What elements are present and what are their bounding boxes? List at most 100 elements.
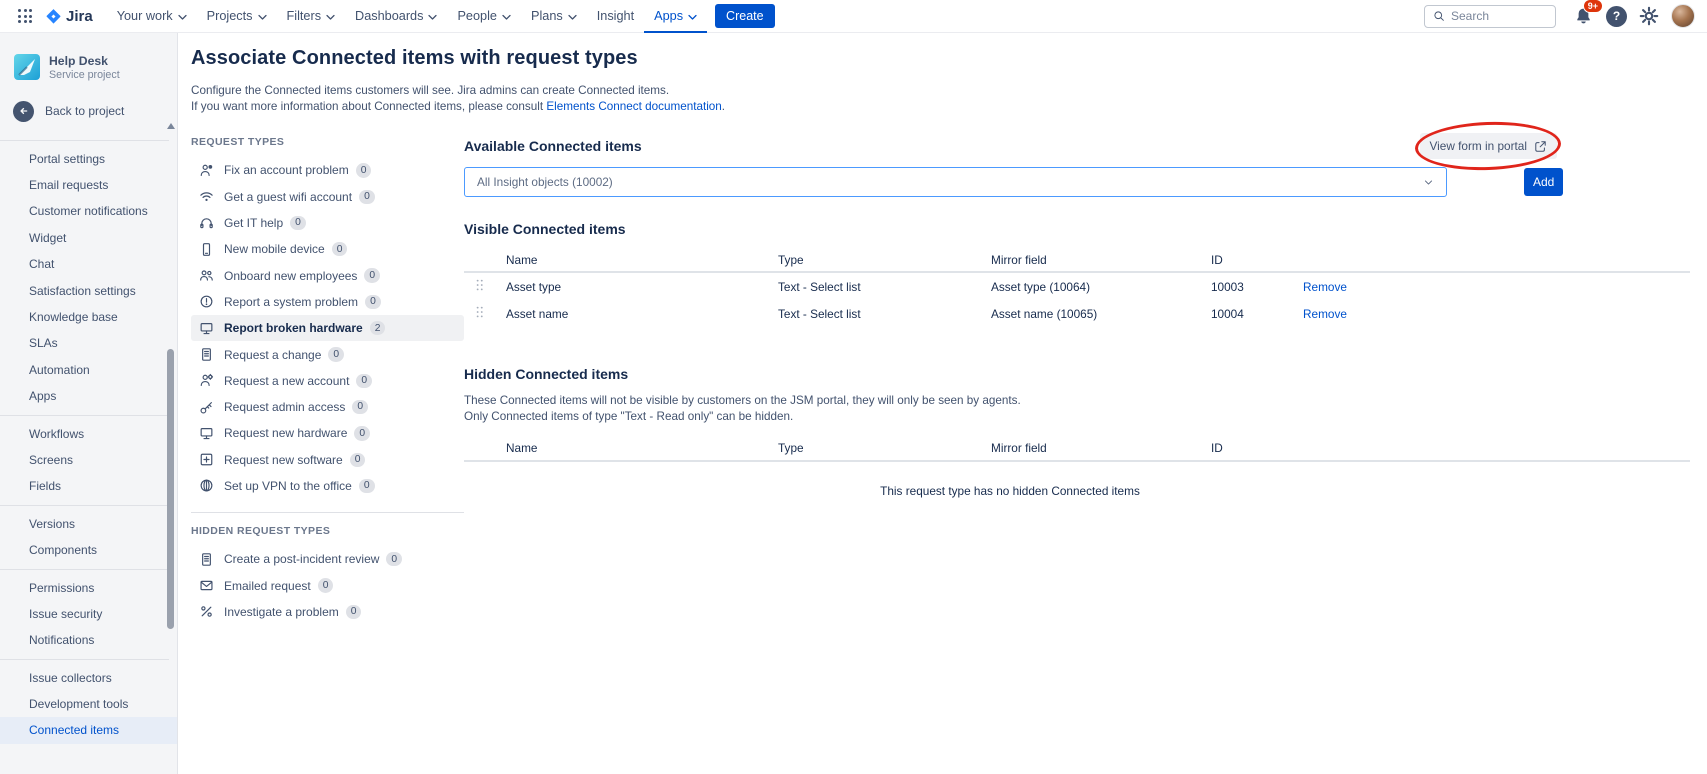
topnav-item-apps[interactable]: Apps (644, 0, 707, 33)
request-type-request-new-software[interactable]: Request new software0 (191, 447, 464, 473)
sidebar-item-workflows[interactable]: Workflows (0, 421, 177, 447)
scrollbar-thumb[interactable] (167, 349, 174, 629)
box-plus-icon (199, 452, 214, 467)
sidebar-item-issue-collectors[interactable]: Issue collectors (0, 665, 177, 691)
request-types-list: Fix an account problem0Get a guest wifi … (191, 157, 464, 499)
request-type-label: New mobile device (224, 242, 325, 256)
sidebar-item-portal-settings[interactable]: Portal settings (0, 146, 177, 172)
remove-link[interactable]: Remove (1303, 307, 1347, 321)
person-alert-icon (199, 163, 214, 178)
sidebar-item-apps[interactable]: Apps (0, 383, 177, 409)
key-icon (199, 400, 214, 415)
request-type-create-a-post-incident-review[interactable]: Create a post-incident review0 (191, 546, 464, 572)
sidebar-item-versions[interactable]: Versions (0, 511, 177, 537)
sidebar-item-satisfaction-settings[interactable]: Satisfaction settings (0, 278, 177, 304)
topnav-item-projects[interactable]: Projects (197, 0, 277, 33)
sidebar-item-automation[interactable]: Automation (0, 357, 177, 383)
request-types-panel: REQUEST TYPES Fix an account problem0Get… (191, 130, 464, 625)
jira-logo[interactable]: Jira (45, 8, 93, 25)
sidebar-item-fields[interactable]: Fields (0, 473, 177, 499)
request-type-count: 0 (356, 163, 372, 177)
back-to-project-link[interactable]: Back to project (0, 81, 177, 135)
table-header-row: NameTypeMirror fieldID (464, 437, 1690, 462)
topnav-item-your-work[interactable]: Your work (107, 0, 197, 33)
description-line2: If you want more information about Conne… (191, 100, 543, 113)
request-type-onboard-new-employees[interactable]: Onboard new employees0 (191, 262, 464, 288)
sidebar-item-customer-notifications[interactable]: Customer notifications (0, 198, 177, 224)
request-type-report-broken-hardware[interactable]: Report broken hardware2 (191, 315, 464, 341)
request-type-label: Create a post-incident review (224, 552, 379, 566)
request-type-get-a-guest-wifi-account[interactable]: Get a guest wifi account0 (191, 184, 464, 210)
remove-link[interactable]: Remove (1303, 280, 1347, 294)
request-type-count: 0 (328, 347, 344, 361)
topnav-item-people[interactable]: People (447, 0, 521, 33)
notifications-button[interactable]: 9+ (1574, 6, 1594, 26)
help-button[interactable]: ? (1606, 6, 1627, 27)
scroll-up-arrow-icon[interactable] (167, 123, 175, 129)
drag-handle[interactable] (464, 304, 506, 323)
sidebar-item-notifications[interactable]: Notifications (0, 627, 177, 653)
topnav-item-plans[interactable]: Plans (521, 0, 587, 33)
sidebar-item-screens[interactable]: Screens (0, 447, 177, 473)
sidebar-item-issue-security[interactable]: Issue security (0, 601, 177, 627)
topnav-item-insight[interactable]: Insight (587, 0, 644, 33)
sidebar-divider (0, 415, 169, 416)
sidebar-item-components[interactable]: Components (0, 537, 177, 563)
connected-items-panel: Available Connected items View form in p… (464, 130, 1690, 497)
topnav-item-filters[interactable]: Filters (277, 0, 346, 33)
column-header-name: Name (506, 253, 778, 267)
elements-connect-doc-link[interactable]: Elements Connect documentation (546, 100, 721, 113)
request-type-request-new-hardware[interactable]: Request new hardware0 (191, 420, 464, 446)
sidebar-scrollbar[interactable] (166, 123, 175, 770)
request-type-emailed-request[interactable]: Emailed request0 (191, 572, 464, 598)
request-type-get-it-help[interactable]: Get IT help0 (191, 210, 464, 236)
hidden-request-types-list: Create a post-incident review0Emailed re… (191, 546, 464, 625)
request-type-request-admin-access[interactable]: Request admin access0 (191, 394, 464, 420)
view-form-in-portal-button[interactable]: View form in portal (1420, 133, 1557, 159)
request-type-request-a-change[interactable]: Request a change0 (191, 341, 464, 367)
project-type: Service project (49, 69, 120, 81)
connected-items-select[interactable]: All Insight objects (10002) (464, 167, 1447, 197)
sidebar-item-slas[interactable]: SLAs (0, 330, 177, 356)
drag-handle[interactable] (464, 277, 506, 296)
hidden-desc-line1: These Connected items will not be visibl… (464, 394, 1021, 407)
sidebar-item-widget[interactable]: Widget (0, 225, 177, 251)
sidebar-divider (0, 140, 169, 141)
drag-icon (473, 304, 487, 320)
sidebar-item-permissions[interactable]: Permissions (0, 575, 177, 601)
search-box[interactable] (1424, 5, 1556, 28)
column-header-mirror-field: Mirror field (991, 253, 1211, 267)
cell-name: Asset type (506, 280, 778, 294)
settings-button[interactable] (1639, 6, 1659, 26)
request-type-set-up-vpn-to-the-office[interactable]: Set up VPN to the office0 (191, 473, 464, 499)
topnav-item-label: Apps (654, 9, 683, 23)
sidebar-item-development-tools[interactable]: Development tools (0, 691, 177, 717)
available-items-heading: Available Connected items (464, 138, 642, 154)
search-input[interactable] (1451, 9, 1547, 23)
request-type-count: 0 (290, 216, 306, 230)
add-button[interactable]: Add (1524, 168, 1563, 196)
sidebar-item-knowledge-base[interactable]: Knowledge base (0, 304, 177, 330)
back-arrow-icon (13, 101, 34, 122)
sidebar-item-email-requests[interactable]: Email requests (0, 172, 177, 198)
create-button[interactable]: Create (715, 4, 775, 28)
topnav-item-dashboards[interactable]: Dashboards (345, 0, 447, 33)
app-switcher-button[interactable] (12, 3, 38, 29)
table-header-row: NameTypeMirror fieldID (464, 248, 1690, 273)
request-type-new-mobile-device[interactable]: New mobile device0 (191, 236, 464, 262)
request-type-count: 0 (354, 426, 370, 440)
request-type-request-a-new-account[interactable]: Request a new account0 (191, 368, 464, 394)
user-avatar[interactable] (1671, 4, 1695, 28)
project-avatar-icon (14, 54, 40, 80)
request-type-label: Investigate a problem (224, 605, 339, 619)
request-type-investigate-a-problem[interactable]: Investigate a problem0 (191, 599, 464, 625)
request-type-count: 0 (364, 268, 380, 282)
request-type-count: 0 (352, 400, 368, 414)
question-icon: ? (1613, 9, 1620, 23)
hidden-request-types-header: HIDDEN REQUEST TYPES (191, 525, 464, 537)
sidebar-item-chat[interactable]: Chat (0, 251, 177, 277)
sidebar-divider (0, 569, 169, 570)
sidebar-item-connected-items[interactable]: Connected items (0, 717, 177, 743)
request-type-report-a-system-problem[interactable]: Report a system problem0 (191, 289, 464, 315)
request-type-fix-an-account-problem[interactable]: Fix an account problem0 (191, 157, 464, 183)
